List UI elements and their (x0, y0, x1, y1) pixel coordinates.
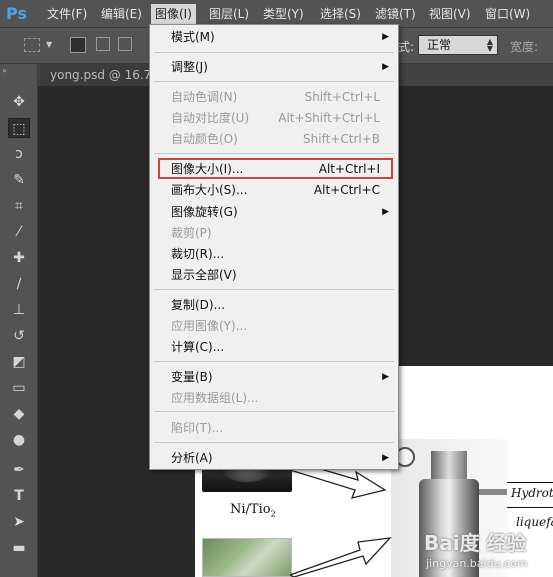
healing-brush-icon[interactable]: ✚ (8, 248, 30, 268)
brush-icon[interactable]: ∕ (8, 274, 30, 294)
add-selection-icon[interactable] (96, 37, 110, 51)
menu-filter[interactable]: 滤镜(T) (371, 5, 420, 23)
pen-icon[interactable]: ✒ (8, 460, 30, 480)
menu-item-apply-image: 应用图像(Y)... (171, 319, 248, 333)
tools-panel: » ✥ ⬚ ↄ ✎ ⌗ ⁄ ✚ ∕ ⊥ ↺ ◩ ▭ ◆ ● ✒ T ➤ ▬ (0, 64, 38, 577)
menu-view[interactable]: 视图(V) (425, 5, 475, 23)
lasso-icon[interactable]: ↄ (8, 144, 30, 164)
menu-window[interactable]: 窗口(W) (481, 5, 534, 23)
submenu-arrow-icon: ▶ (382, 32, 389, 42)
menu-separator (154, 411, 394, 412)
menu-item-auto-tone: 自动色调(N) Shift+Ctrl+L (171, 90, 380, 104)
menu-type[interactable]: 类型(Y) (259, 5, 308, 23)
crop-icon[interactable]: ⌗ (8, 196, 30, 216)
menu-separator (154, 289, 394, 290)
style-label: 式: (398, 40, 415, 54)
marquee-preset-icon[interactable] (24, 38, 40, 52)
subtract-selection-icon[interactable] (118, 37, 132, 51)
path-select-icon[interactable]: ➤ (8, 512, 30, 532)
menu-separator (154, 52, 394, 53)
updown-arrows-icon: ▲ ▼ (486, 37, 493, 53)
menu-item-calculations[interactable]: 计算(C)... (150, 337, 398, 357)
menu-item-image-rotation[interactable]: 图像旋转(G) ▶ (150, 202, 398, 222)
menu-edit[interactable]: 编辑(E) (97, 5, 146, 23)
blur-icon[interactable]: ◆ (8, 404, 30, 424)
new-selection-icon[interactable] (70, 37, 86, 53)
menu-select[interactable]: 选择(S) (316, 5, 365, 23)
watermark-url: jingyan.baidu.com (426, 557, 528, 570)
reactor-head (431, 451, 467, 481)
move-icon[interactable]: ✥ (8, 92, 30, 112)
menu-separator (154, 442, 394, 443)
catalyst-photo-bottom (202, 538, 292, 577)
annotation-hydrothermal: Hydroth (511, 486, 553, 500)
photoshop-logo: Ps (6, 4, 27, 23)
quick-select-icon[interactable]: ✎ (8, 170, 30, 190)
annotation-line (507, 507, 553, 508)
menu-item-trim[interactable]: 裁切(R)... (150, 244, 398, 264)
submenu-arrow-icon: ▶ (382, 372, 389, 382)
menu-item-mode[interactable]: 模式(M) ▶ (150, 27, 398, 47)
menu-item-canvas-size[interactable]: 画布大小(S)... Alt+Ctrl+C (150, 180, 398, 200)
menu-item-reveal-all[interactable]: 显示全部(V) (150, 265, 398, 285)
menu-layer[interactable]: 图层(L) (205, 5, 253, 23)
clone-stamp-icon[interactable]: ⊥ (8, 300, 30, 320)
chevron-down-icon[interactable]: ▼ (46, 40, 52, 49)
document-tab[interactable]: yong.psd @ 16.7% (40, 64, 150, 86)
rectangle-shape-icon[interactable]: ▬ (8, 538, 30, 558)
menu-file[interactable]: 文件(F) (43, 5, 91, 23)
annotation-line (507, 482, 553, 483)
history-brush-icon[interactable]: ↺ (8, 326, 30, 346)
submenu-arrow-icon: ▶ (382, 62, 389, 72)
submenu-arrow-icon: ▶ (382, 453, 389, 463)
dodge-icon[interactable]: ● (8, 430, 30, 450)
gradient-icon[interactable]: ▭ (8, 378, 30, 398)
menu-image[interactable]: 图像(I) (151, 4, 196, 24)
menu-separator (154, 81, 394, 82)
image-menu-dropdown: 模式(M) ▶ 调整(J) ▶ 自动色调(N) Shift+Ctrl+L 自动对… (149, 24, 399, 470)
style-select[interactable]: 正常 ▲ ▼ (418, 35, 498, 55)
width-label: 宽度: (510, 40, 539, 54)
type-icon[interactable]: T (8, 486, 30, 506)
menu-item-adjustments[interactable]: 调整(J) ▶ (150, 57, 398, 77)
menu-separator (154, 153, 394, 154)
watermark-logo: Bai度 经验 (424, 531, 527, 555)
baidu-watermark: Bai度 经验 jingyan.baidu.com (424, 525, 553, 577)
marquee-icon[interactable]: ⬚ (8, 118, 30, 138)
menu-item-auto-color: 自动颜色(O) Shift+Ctrl+B (171, 132, 380, 146)
menu-item-analysis[interactable]: 分析(A) ▶ (150, 448, 398, 468)
panel-collapse-icon[interactable]: » (2, 66, 7, 75)
menu-item-apply-data-set: 应用数据组(L)... (171, 391, 259, 405)
reactor-valve (479, 489, 507, 495)
menu-item-crop: 裁剪(P) (171, 226, 212, 240)
menu-item-trap: 陷印(T)... (171, 421, 224, 435)
menu-item-variables[interactable]: 变量(B) ▶ (150, 367, 398, 387)
image-size-highlight-box (158, 158, 393, 179)
eyedropper-icon[interactable]: ⁄ (8, 222, 30, 242)
style-select-value: 正常 (427, 38, 452, 52)
eraser-icon[interactable]: ◩ (8, 352, 30, 372)
catalyst-caption: Ni/Tio2 (230, 502, 276, 519)
submenu-arrow-icon: ▶ (382, 207, 389, 217)
menu-separator (154, 361, 394, 362)
menu-item-auto-contrast: 自动对比度(U) Alt+Shift+Ctrl+L (171, 111, 380, 125)
menu-item-duplicate[interactable]: 复制(D)... (150, 295, 398, 315)
